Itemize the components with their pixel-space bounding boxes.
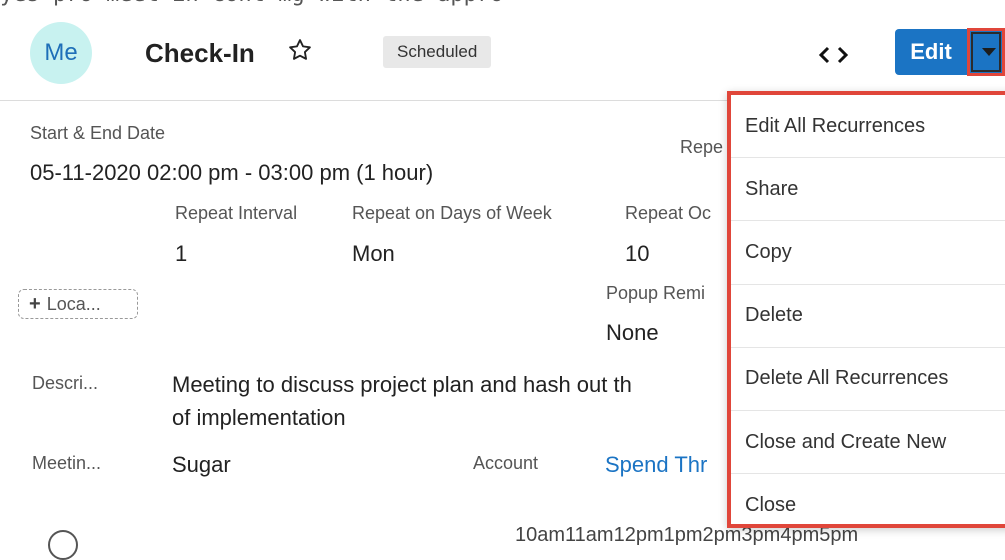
menu-item-close-and-create-new[interactable]: Close and Create New [731,411,1005,475]
popup-reminder-label: Popup Remi [606,283,706,303]
actions-dropdown-button[interactable] [967,28,1005,76]
start-end-date-value: 05-11-2020 02:00 pm - 03:00 pm (1 hour) [30,160,434,185]
page-title: Check-In [145,38,255,68]
repeat-interval-label: Repeat Interval [175,203,298,223]
menu-item-edit-all-recurrences[interactable]: Edit All Recurrences [731,95,1005,159]
chevron-right-icon[interactable] [832,42,852,68]
actions-dropdown-menu: Edit All Recurrences Share Copy Delete D… [727,91,1005,528]
account-link[interactable]: Spend Thr [605,452,707,478]
repeat-occurrences-label: Repeat Oc [625,203,712,223]
repeat-type-label: Repe [680,137,724,157]
meeting-type-value: Sugar [172,452,231,477]
star-icon[interactable] [286,36,314,64]
popup-reminder-value: None [606,320,659,345]
description-label: Descri... [32,373,99,393]
menu-item-copy[interactable]: Copy [731,221,1005,285]
caret-down-icon [982,48,996,56]
menu-item-delete[interactable]: Delete [731,285,1005,348]
record-header: Me Check-In Scheduled Edit [0,0,1005,101]
status-badge: Scheduled [383,36,492,68]
avatar: Me [30,22,92,84]
repeat-occurrences-value: 10 [625,241,650,266]
plus-icon: + [29,292,41,315]
edit-button[interactable]: Edit [895,29,967,75]
account-label: Account [473,453,539,473]
menu-item-delete-all-recurrences[interactable]: Delete All Recurrences [731,348,1005,411]
add-location-label: Loca... [46,293,101,314]
repeat-days-label: Repeat on Days of Week [352,203,552,223]
repeat-interval-value: 1 [175,241,188,266]
menu-item-share[interactable]: Share [731,158,1005,222]
user-icon [48,530,78,560]
repeat-days-value: Mon [352,241,395,266]
description-line-1: Meeting to discuss project plan and hash… [172,372,632,397]
menu-item-close[interactable]: Close [731,474,1005,537]
start-end-date-label: Start & End Date [30,123,166,143]
meeting-type-label: Meetin... [32,453,102,473]
description-line-2: of implementation [172,405,346,430]
add-location-button[interactable]: + Loca... [18,289,138,319]
